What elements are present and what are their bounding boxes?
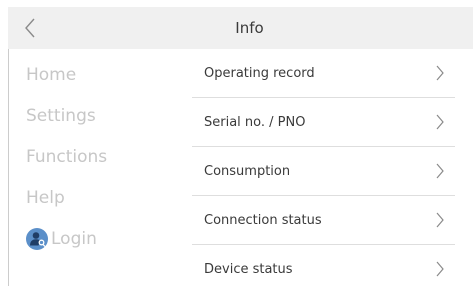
info-menu-list: Operating record Serial no. / PNO Consum…: [192, 49, 455, 286]
sidebar-item-label: Login: [51, 229, 97, 249]
menu-item-serial-no[interactable]: Serial no. / PNO: [192, 98, 455, 147]
menu-item-label: Device status: [204, 262, 293, 277]
menu-item-consumption[interactable]: Consumption: [192, 147, 455, 196]
chevron-left-icon[interactable]: [22, 16, 38, 40]
sidebar-item-help[interactable]: Help: [26, 183, 176, 224]
left-divider: [8, 49, 9, 286]
menu-item-device-status[interactable]: Device status: [192, 245, 455, 286]
menu-item-label: Serial no. / PNO: [204, 115, 306, 130]
menu-item-connection-status[interactable]: Connection status: [192, 196, 455, 245]
menu-item-label: Consumption: [204, 164, 291, 179]
sidebar-item-label: Help: [26, 188, 65, 208]
sidebar-item-label: Home: [26, 65, 77, 85]
sidebar-item-label: Functions: [26, 147, 108, 167]
sidebar: Home Settings Functions Help Login: [26, 60, 176, 254]
chevron-right-icon: [436, 163, 444, 179]
user-key-icon: [26, 228, 48, 250]
header-bar: Info: [8, 7, 473, 49]
sidebar-item-settings[interactable]: Settings: [26, 101, 176, 142]
chevron-right-icon: [436, 114, 444, 130]
menu-item-label: Connection status: [204, 213, 322, 228]
chevron-right-icon: [436, 261, 444, 277]
menu-item-operating-record[interactable]: Operating record: [192, 49, 455, 98]
sidebar-item-functions[interactable]: Functions: [26, 142, 176, 183]
sidebar-item-home[interactable]: Home: [26, 60, 176, 101]
sidebar-item-login[interactable]: Login: [26, 224, 176, 254]
info-screen: Info Home Settings Functions Help Login: [0, 0, 473, 286]
chevron-right-icon: [436, 65, 444, 81]
page-title: Info: [235, 19, 264, 37]
sidebar-item-label: Settings: [26, 106, 96, 126]
chevron-right-icon: [436, 212, 444, 228]
menu-item-label: Operating record: [204, 66, 315, 81]
